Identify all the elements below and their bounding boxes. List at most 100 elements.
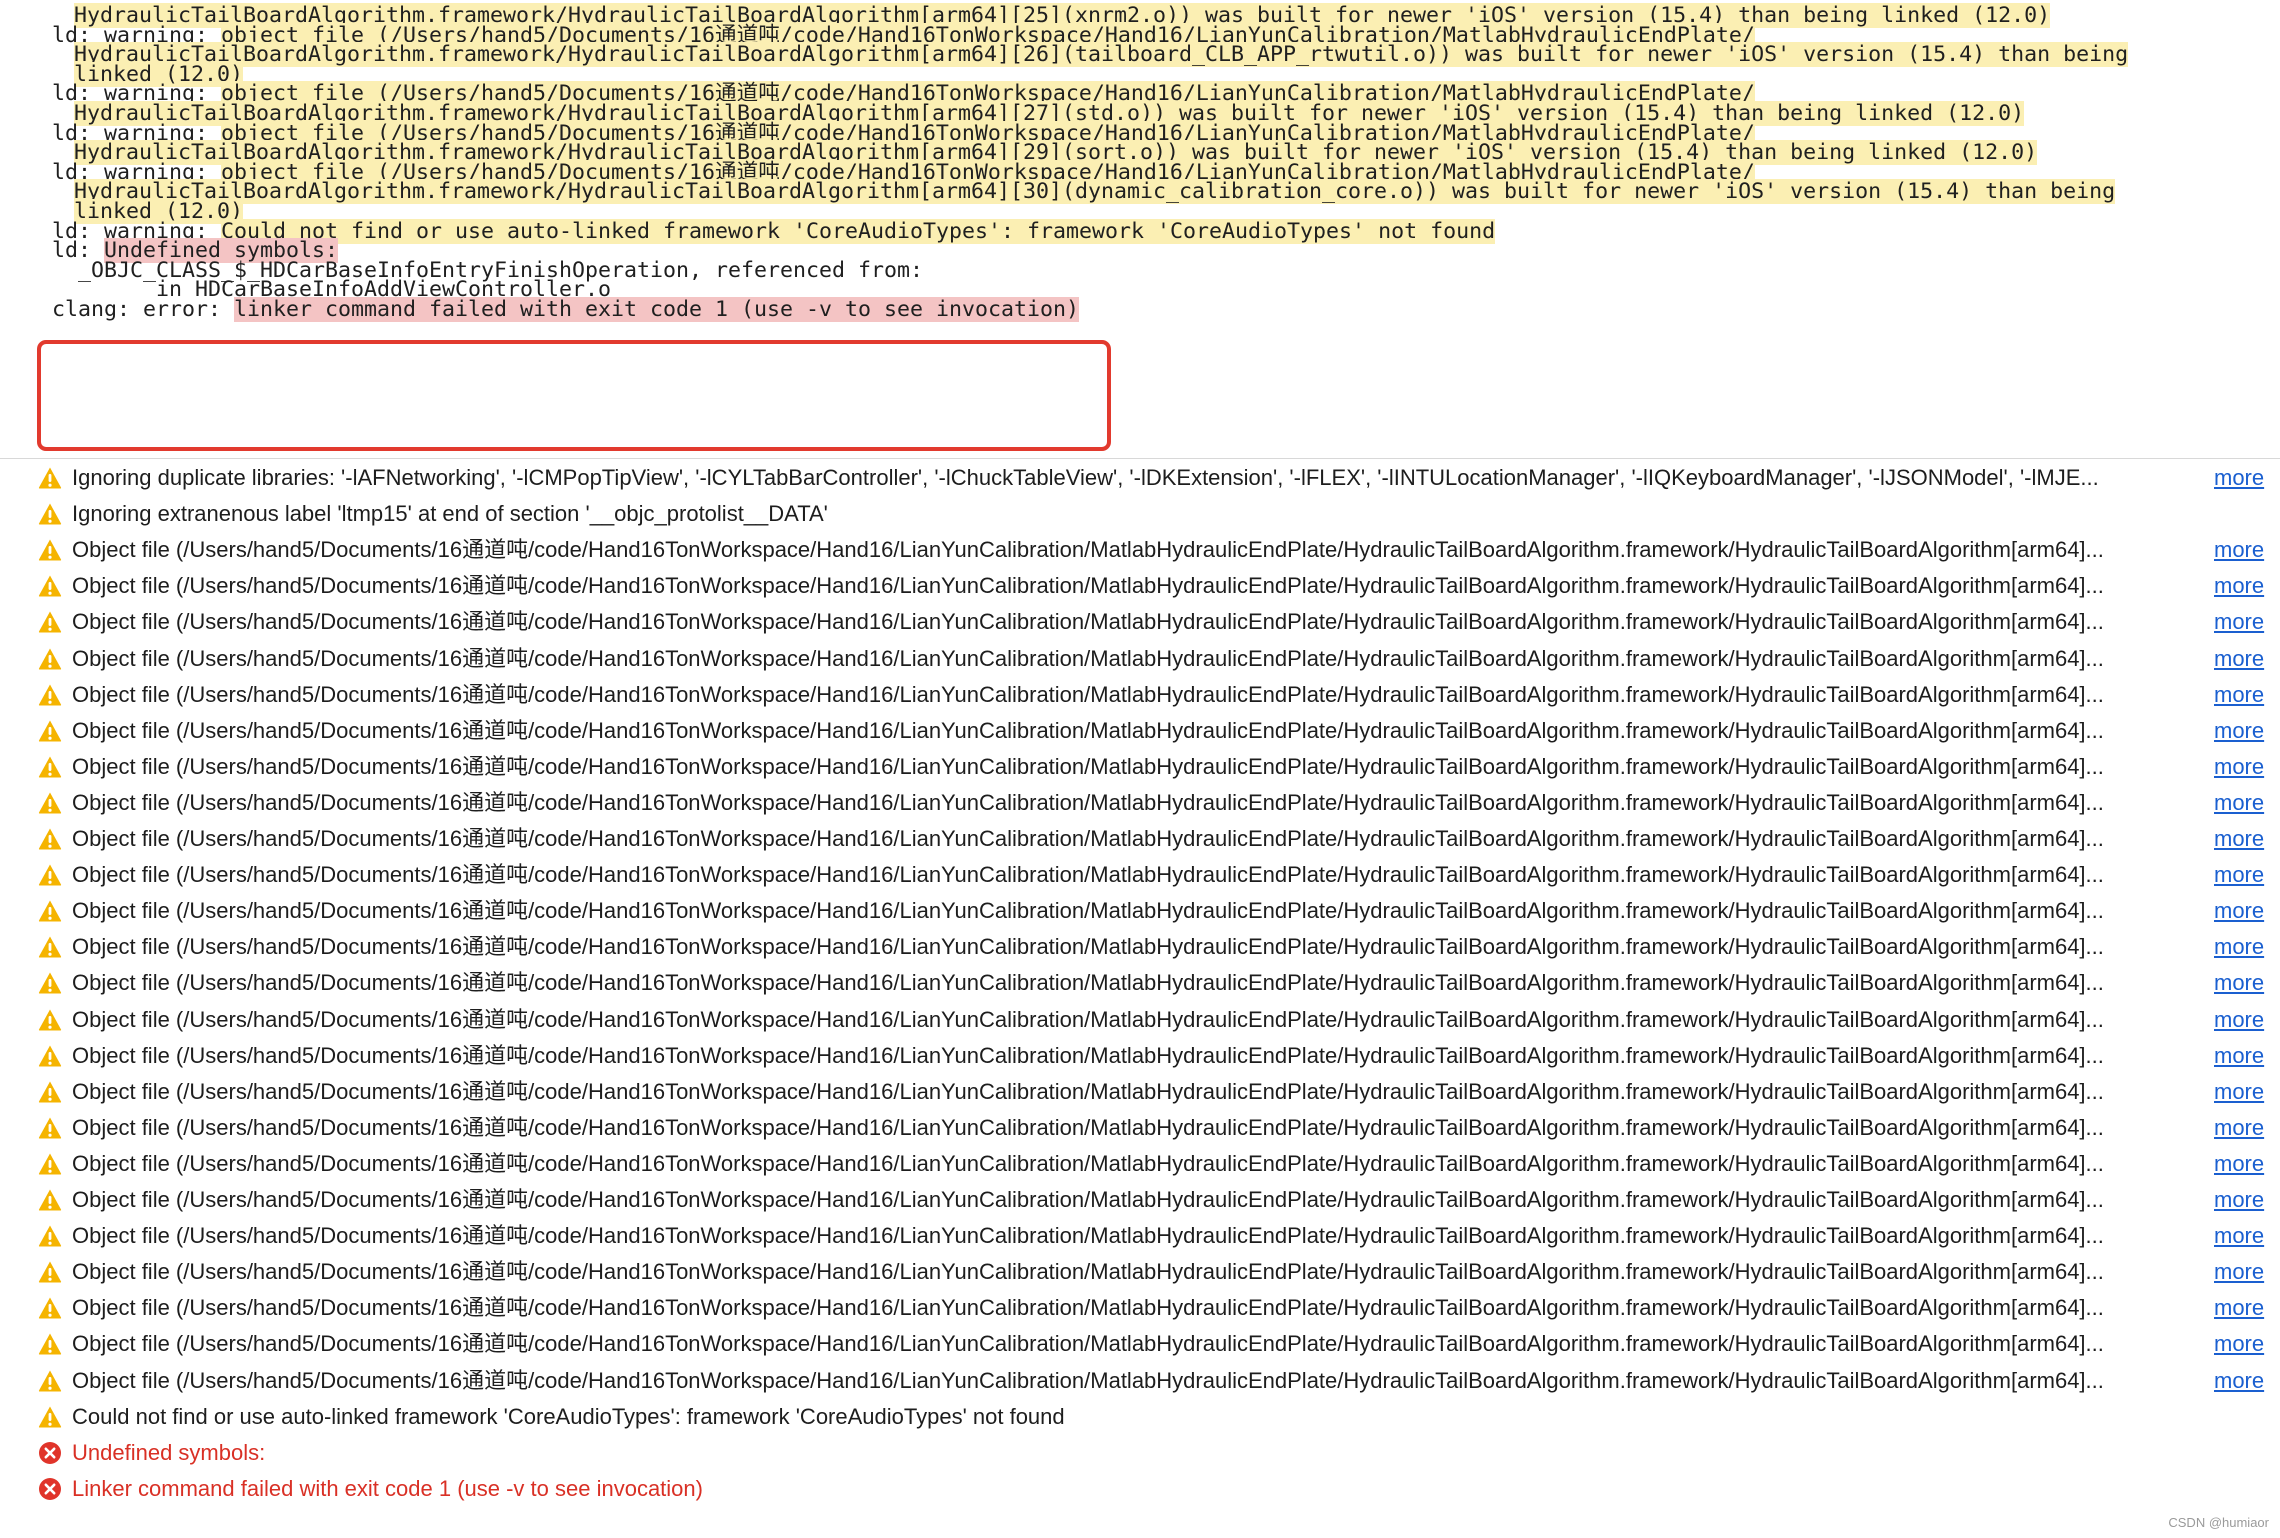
issue-message: Object file (/Users/hand5/Documents/16通道… [72,1078,2104,1104]
issue-row-warning[interactable]: Object file (/Users/hand5/Documents/16通道… [0,857,2280,893]
warning-triangle-icon [38,648,62,669]
issue-more-link[interactable]: more [2214,929,2264,965]
warning-triangle-icon [38,1045,62,1067]
issue-more-link[interactable]: more [2214,641,2264,677]
warning-triangle-icon [38,1225,62,1247]
issue-more-link[interactable]: more [2214,1038,2264,1074]
issue-row-error[interactable]: Undefined symbols: [0,1435,2280,1471]
warning-triangle-icon [38,1406,62,1428]
issue-row-warning[interactable]: Could not find or use auto-linked framew… [0,1399,2280,1435]
warning-triangle-icon [38,828,62,850]
issue-message: Object file (/Users/hand5/Documents/16通道… [72,1295,2104,1321]
issue-more-link[interactable]: more [2214,460,2264,496]
issue-more-link[interactable]: more [2214,532,2264,568]
issue-row-warning[interactable]: Object file (/Users/hand5/Documents/16通道… [0,713,2280,749]
issue-row-warning[interactable]: Object file (/Users/hand5/Documents/16通道… [0,1254,2280,1290]
issue-more-link[interactable]: more [2214,1110,2264,1146]
issue-more-link[interactable]: more [2214,1290,2264,1326]
warning-triangle-icon [38,539,62,561]
issue-more-link[interactable]: more [2214,1254,2264,1290]
log-warning-highlight: HydraulicTailBoardAlgorithm.framework/Hy… [74,179,2116,205]
log-warning-highlight: Could not find or use auto-linked framew… [221,218,1496,244]
issue-row-warning[interactable]: Object file (/Users/hand5/Documents/16通道… [0,893,2280,929]
warning-triangle-icon [38,684,62,706]
issue-row-error[interactable]: Linker command failed with exit code 1 (… [0,1471,2280,1507]
issue-row-warning[interactable]: Object file (/Users/hand5/Documents/16通道… [0,1038,2280,1074]
issue-message: Object file (/Users/hand5/Documents/16通道… [72,753,2104,779]
issue-row-warning[interactable]: Object file (/Users/hand5/Documents/16通道… [0,1326,2280,1362]
issue-row-warning[interactable]: Object file (/Users/hand5/Documents/16通道… [0,1146,2280,1182]
issue-message: Object file (/Users/hand5/Documents/16通道… [72,1006,2104,1032]
issue-more-link[interactable]: more [2214,568,2264,604]
issue-more-link[interactable]: more [2214,604,2264,640]
log-line-prefix: clang: error: [52,297,235,322]
warning-triangle-icon [38,864,62,886]
issue-more-link[interactable]: more [2214,965,2264,1001]
error-x-circle-icon [39,1441,61,1464]
issue-more-link[interactable]: more [2214,677,2264,713]
issue-message: Object file (/Users/hand5/Documents/16通道… [72,573,2104,599]
issue-row-warning[interactable]: Object file (/Users/hand5/Documents/16通道… [0,568,2280,604]
issue-more-link[interactable]: more [2214,1002,2264,1038]
issue-message: Object file (/Users/hand5/Documents/16通道… [72,1187,2104,1212]
issue-message: Object file (/Users/hand5/Documents/16通道… [72,970,2104,996]
warning-triangle-icon [38,1117,62,1139]
issue-row-warning[interactable]: Object file (/Users/hand5/Documents/16通道… [0,532,2280,568]
issue-message: Undefined symbols: [72,1439,266,1465]
error-highlight-box [37,340,1111,451]
issue-row-warning[interactable]: Object file (/Users/hand5/Documents/16通道… [0,604,2280,640]
issue-row-warning[interactable]: Object file (/Users/hand5/Documents/16通道… [0,1290,2280,1326]
issue-more-link[interactable]: more [2214,893,2264,929]
log-line: HydraulicTailBoardAlgorithm.framework/Hy… [74,42,2129,68]
issue-row-warning[interactable]: Object file (/Users/hand5/Documents/16通道… [0,1110,2280,1146]
issue-more-link[interactable]: more [2214,1182,2264,1218]
issue-message: Object file (/Users/hand5/Documents/16通道… [72,1114,2104,1140]
warning-triangle-icon [38,1081,62,1103]
issue-more-link[interactable]: more [2214,1326,2264,1362]
issue-message: Object file (/Users/hand5/Documents/16通道… [72,898,2104,924]
issue-message: Object file (/Users/hand5/Documents/16通道… [72,645,2104,671]
issue-row-warning[interactable]: Object file (/Users/hand5/Documents/16通道… [0,1182,2280,1218]
warning-triangle-icon [38,611,62,633]
issue-message: Object file (/Users/hand5/Documents/16通道… [72,1223,2104,1249]
issue-list: Ignoring duplicate libraries: '-lAFNetwo… [0,458,2280,1538]
issue-row-warning[interactable]: Object file (/Users/hand5/Documents/16通道… [0,1002,2280,1038]
issue-more-link[interactable]: more [2214,1218,2264,1254]
issue-more-link[interactable]: more [2214,713,2264,749]
watermark: CSDN @humiaor [2168,1515,2269,1530]
issue-more-link[interactable]: more [2214,749,2264,785]
issue-message: Object file (/Users/hand5/Documents/16通道… [72,1331,2104,1357]
log-line: clang: error: linker command failed with… [52,297,1080,323]
issue-message: Object file (/Users/hand5/Documents/16通道… [72,862,2104,888]
issue-more-link[interactable]: more [2214,821,2264,857]
warning-triangle-icon [38,756,62,778]
issue-message: Object file (/Users/hand5/Documents/16通道… [72,1150,2104,1176]
issue-row-warning[interactable]: Ignoring extranenous label 'ltmp15' at e… [0,496,2280,532]
warning-triangle-icon [38,575,62,597]
issue-message: Object file (/Users/hand5/Documents/16通道… [72,934,2104,960]
warning-triangle-icon [38,1370,62,1391]
issue-row-warning[interactable]: Object file (/Users/hand5/Documents/16通道… [0,749,2280,785]
issue-row-warning[interactable]: Ignoring duplicate libraries: '-lAFNetwo… [0,460,2280,496]
issue-message: Object file (/Users/hand5/Documents/16通道… [72,1042,2104,1068]
warning-triangle-icon [38,1189,62,1211]
error-x-circle-icon [39,1477,61,1500]
log-line: HydraulicTailBoardAlgorithm.framework/Hy… [74,179,2116,205]
issue-more-link[interactable]: more [2214,785,2264,821]
issue-row-warning[interactable]: Object file (/Users/hand5/Documents/16通道… [0,929,2280,965]
issue-row-warning[interactable]: Object file (/Users/hand5/Documents/16通道… [0,677,2280,713]
warning-triangle-icon [38,720,62,742]
issue-more-link[interactable]: more [2214,1146,2264,1182]
issue-row-warning[interactable]: Object file (/Users/hand5/Documents/16通道… [0,1363,2280,1399]
warning-triangle-icon [38,1297,62,1319]
issue-row-warning[interactable]: Object file (/Users/hand5/Documents/16通道… [0,821,2280,857]
issue-more-link[interactable]: more [2214,1074,2264,1110]
issue-row-warning[interactable]: Object file (/Users/hand5/Documents/16通道… [0,785,2280,821]
issue-more-link[interactable]: more [2214,1363,2264,1399]
issue-row-warning[interactable]: Object file (/Users/hand5/Documents/16通道… [0,641,2280,677]
issue-row-warning[interactable]: Object file (/Users/hand5/Documents/16通道… [0,1074,2280,1110]
issue-message: Object file (/Users/hand5/Documents/16通道… [72,826,2104,851]
issue-row-warning[interactable]: Object file (/Users/hand5/Documents/16通道… [0,1218,2280,1254]
issue-row-warning[interactable]: Object file (/Users/hand5/Documents/16通道… [0,965,2280,1001]
issue-more-link[interactable]: more [2214,857,2264,893]
